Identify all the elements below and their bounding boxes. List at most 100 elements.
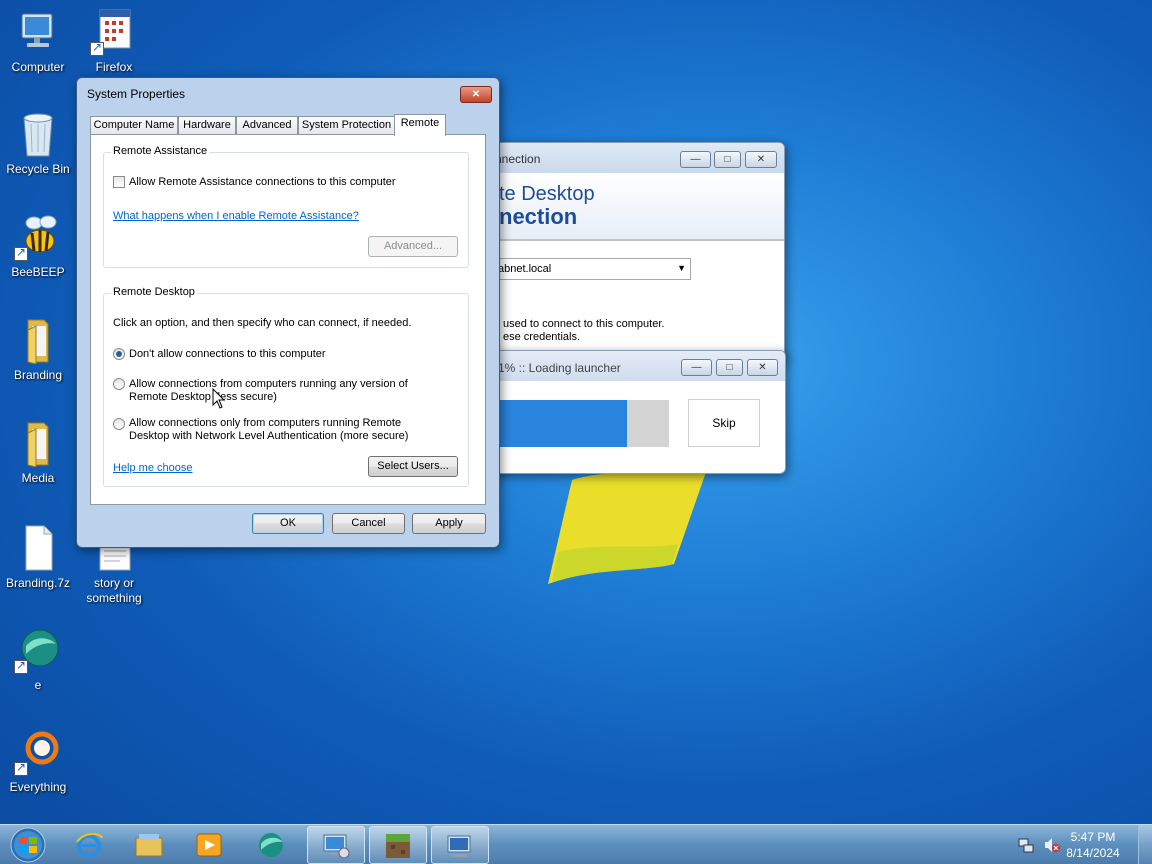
- mouse-cursor-icon: [212, 388, 226, 409]
- rdc-computer-value: abnet.local: [498, 263, 552, 275]
- taskbar-minecraft[interactable]: [369, 826, 427, 864]
- desktop-icon-recycle-bin[interactable]: Recycle Bin: [0, 110, 78, 177]
- desktop-icon-firefox[interactable]: Firefox: [74, 8, 154, 75]
- remote-desktop-connection-window: nnection — □ ✕ te Desktop nection abnet.…: [472, 142, 785, 362]
- radio-dont-allow-label[interactable]: Don't allow connections to this computer: [129, 348, 326, 361]
- rdc-banner-line1: te Desktop: [499, 183, 595, 205]
- select-users-button[interactable]: Select Users...: [368, 456, 458, 477]
- remote-assistance-checkbox[interactable]: [113, 176, 125, 188]
- start-orb-icon: [10, 827, 46, 863]
- tab-remote[interactable]: Remote: [394, 114, 446, 136]
- rdc-info-line1: used to connect to this computer.: [503, 318, 665, 330]
- rdc-minimize-button[interactable]: —: [680, 151, 711, 168]
- taskbar-remote-desktop[interactable]: [307, 826, 365, 864]
- radio-allow-nla-label-2[interactable]: Desktop with Network Level Authenticatio…: [129, 430, 408, 443]
- media-player-icon: [196, 833, 222, 857]
- radio-allow-nla-label-1[interactable]: Allow connections only from computers ru…: [129, 417, 401, 430]
- loader-minimize-button[interactable]: —: [681, 359, 712, 376]
- file-icon: [14, 524, 62, 572]
- beebeep-icon: [14, 213, 62, 261]
- remote-assistance-help-link[interactable]: What happens when I enable Remote Assist…: [113, 210, 359, 223]
- chevron-down-icon: ▼: [677, 263, 686, 273]
- globe-icon: [14, 626, 62, 674]
- apply-button[interactable]: Apply: [412, 513, 486, 534]
- loader-titlebar[interactable]: 1% :: Loading launcher — □ ✕: [473, 351, 785, 381]
- radio-allow-nla-only[interactable]: [113, 418, 125, 430]
- loading-launcher-window: 1% :: Loading launcher — □ ✕ Skip: [472, 350, 786, 474]
- recycle-bin-icon: [14, 110, 62, 158]
- clock-time: 5:47 PM: [1070, 830, 1116, 844]
- loader-maximize-button[interactable]: □: [716, 359, 743, 376]
- show-desktop-button[interactable]: [1138, 825, 1152, 864]
- radio-allow-any-version[interactable]: [113, 378, 125, 390]
- firefox-icon: [90, 8, 138, 56]
- rdc-info-line2: ese credentials.: [503, 331, 581, 343]
- skip-button[interactable]: Skip: [688, 399, 760, 447]
- minecraft-icon: [386, 834, 410, 858]
- advanced-button[interactable]: Advanced...: [368, 236, 458, 257]
- ok-button[interactable]: OK: [252, 513, 324, 534]
- taskbar-system-properties[interactable]: [431, 826, 489, 864]
- folder-icon: [14, 419, 62, 468]
- loader-title: 1% :: Loading launcher: [498, 361, 621, 375]
- windows-logo-wallpaper: [548, 472, 706, 584]
- sysprops-title: System Properties: [87, 87, 186, 101]
- computer-icon: [14, 8, 62, 56]
- shortcut-arrow-icon: [14, 658, 28, 674]
- desktop-icon-branding-folder[interactable]: Branding: [0, 316, 78, 383]
- desktop-icon-media-folder[interactable]: Media: [0, 419, 78, 486]
- taskbar-internet-explorer[interactable]: [61, 826, 119, 864]
- radio-dont-allow[interactable]: [113, 348, 125, 360]
- desktop-icon-computer[interactable]: Computer: [0, 8, 78, 75]
- cancel-button[interactable]: Cancel: [332, 513, 405, 534]
- start-button[interactable]: [3, 826, 53, 864]
- tab-computer-name[interactable]: Computer Name: [90, 116, 178, 135]
- loader-close-button[interactable]: ✕: [747, 359, 778, 376]
- clock-date: 8/14/2024: [1066, 846, 1120, 860]
- sysprops-close-button[interactable]: ✕: [460, 86, 492, 103]
- tab-hardware[interactable]: Hardware: [178, 116, 236, 135]
- rdc-banner-line2: nection: [499, 204, 578, 229]
- taskbar-globe-app[interactable]: [243, 826, 301, 864]
- remote-tab-page: Remote Assistance Allow Remote Assistanc…: [90, 134, 486, 505]
- rdc-close-button[interactable]: ✕: [745, 151, 777, 168]
- globe-icon: [259, 833, 283, 857]
- taskbar: 5:47 PM 8/14/2024: [0, 824, 1152, 864]
- remote-desktop-group: Remote Desktop Click an option, and then…: [103, 286, 469, 487]
- sysprops-titlebar[interactable]: System Properties ✕: [77, 78, 499, 108]
- network-icon[interactable]: [1018, 837, 1034, 853]
- remote-desktop-group-title: Remote Desktop: [111, 286, 197, 298]
- rdc-maximize-button[interactable]: □: [714, 151, 741, 168]
- tab-advanced[interactable]: Advanced: [236, 116, 298, 135]
- desktop-icon-beebeep[interactable]: BeeBEEP: [0, 213, 78, 280]
- rdc-computer-combobox[interactable]: abnet.local ▼: [493, 258, 691, 280]
- remote-assistance-group-title: Remote Assistance: [111, 145, 210, 157]
- taskbar-media-player[interactable]: [181, 826, 239, 864]
- system-properties-window: System Properties ✕ Computer Name Hardwa…: [76, 77, 500, 548]
- radio-allow-any-label-2[interactable]: Remote Desktop (less secure): [129, 391, 277, 404]
- shortcut-arrow-icon: [14, 760, 28, 776]
- desktop-icon-branding-7z[interactable]: Branding.7z: [0, 524, 78, 591]
- system-clock[interactable]: 5:47 PM 8/14/2024: [1058, 829, 1128, 861]
- help-me-choose-link[interactable]: Help me choose: [113, 462, 193, 475]
- remote-desktop-instruction: Click an option, and then specify who ca…: [113, 317, 412, 329]
- shortcut-arrow-icon: [90, 40, 104, 56]
- folder-icon: [14, 316, 62, 365]
- rdc-banner: te Desktop nection: [473, 173, 784, 241]
- rdc-titlebar[interactable]: nnection — □ ✕: [473, 143, 784, 173]
- remote-assistance-group: Remote Assistance Allow Remote Assistanc…: [103, 145, 469, 268]
- file-explorer-icon: [135, 834, 163, 857]
- system-properties-icon: [447, 835, 471, 857]
- desktop-icon-everything[interactable]: Everything: [0, 728, 78, 795]
- everything-search-icon: [14, 728, 62, 776]
- desktop-icon-e[interactable]: e: [0, 626, 78, 693]
- remote-assistance-checkbox-label[interactable]: Allow Remote Assistance connections to t…: [129, 176, 396, 189]
- taskbar-file-explorer[interactable]: [121, 826, 179, 864]
- tab-system-protection[interactable]: System Protection: [298, 116, 395, 135]
- loader-progress-bar: [479, 400, 669, 447]
- radio-allow-any-label-1[interactable]: Allow connections from computers running…: [129, 378, 408, 391]
- remote-desktop-icon: [323, 834, 350, 859]
- loader-progress-fill: [479, 400, 628, 447]
- shortcut-arrow-icon: [14, 245, 28, 261]
- internet-explorer-icon: [76, 832, 103, 858]
